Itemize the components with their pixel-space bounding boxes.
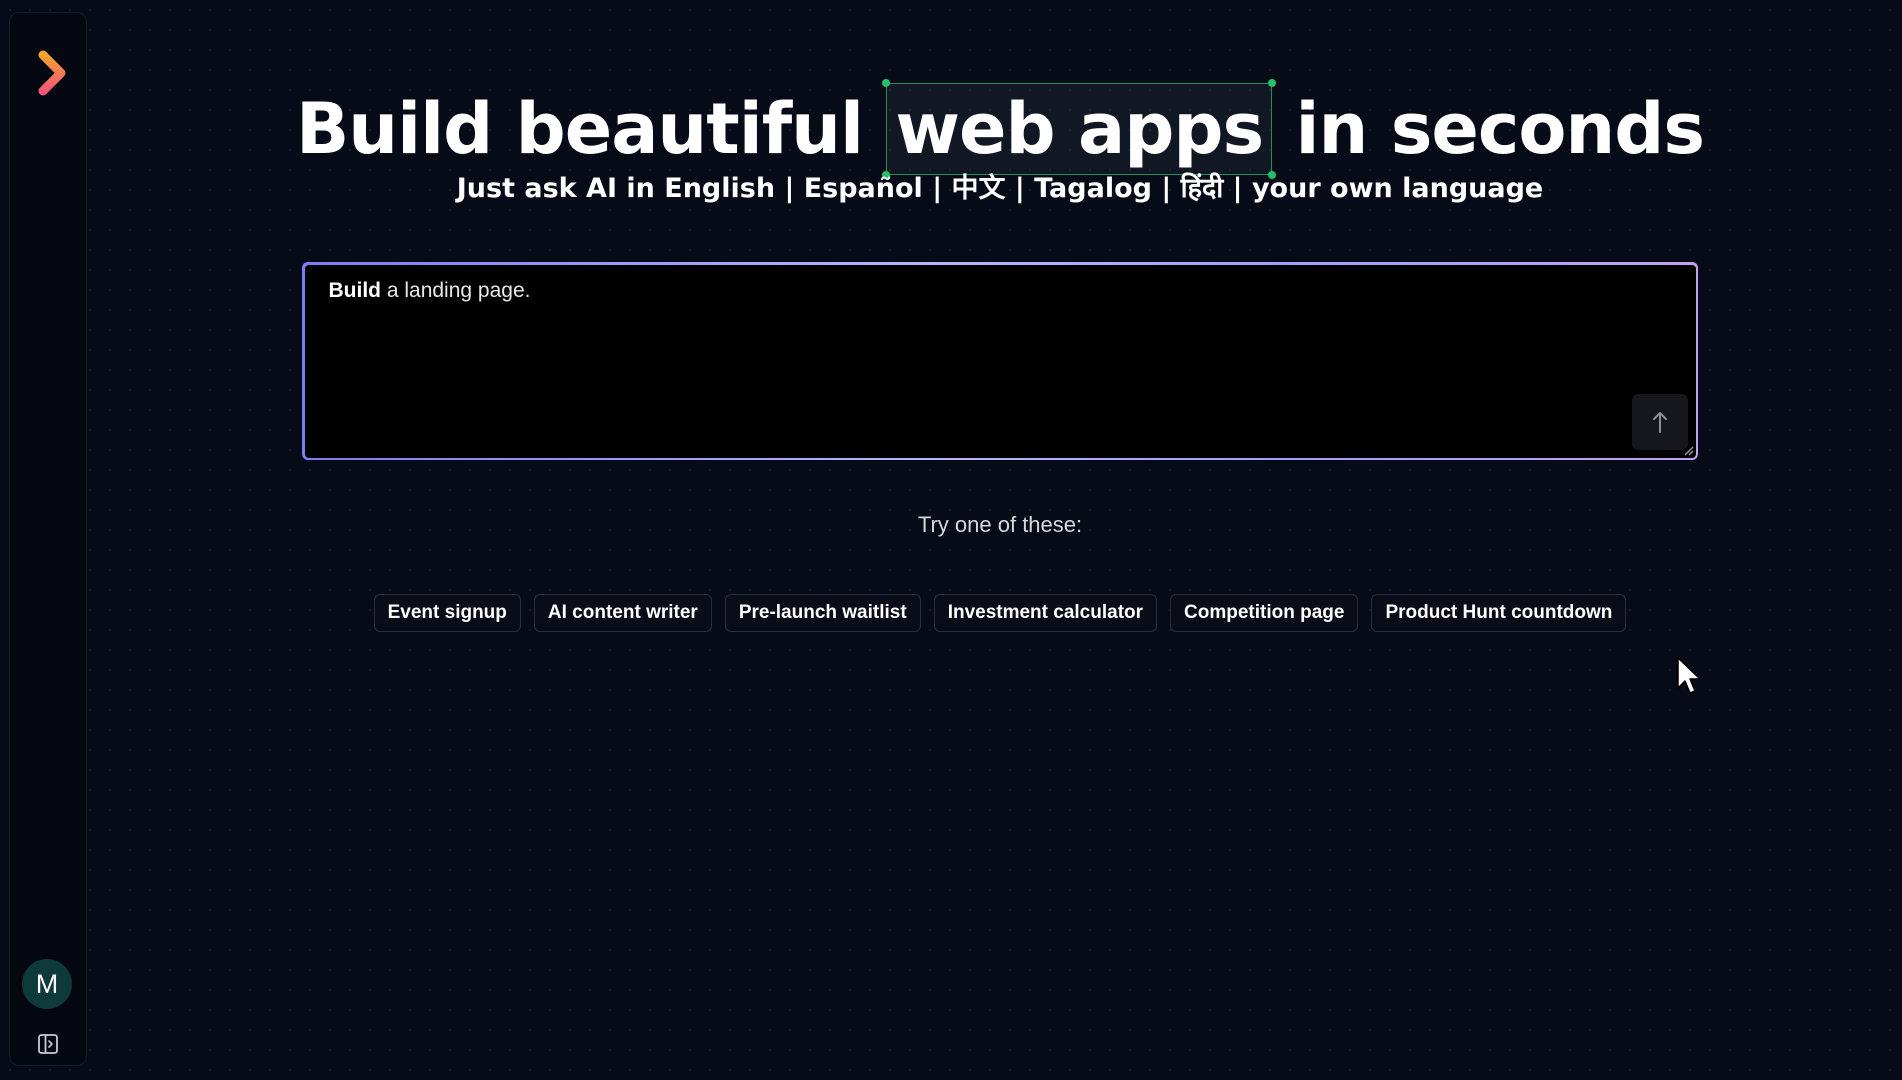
selection-handle bbox=[882, 78, 891, 87]
arrow-up-icon bbox=[1652, 411, 1667, 433]
prompt-text[interactable]: Build a landing page. bbox=[329, 279, 531, 303]
prompt-bold-word: Build bbox=[328, 278, 382, 302]
hero-title-highlight: web apps bbox=[882, 78, 1277, 179]
mouse-cursor-icon bbox=[1677, 657, 1701, 694]
avatar-initial: M bbox=[35, 968, 59, 999]
chip-product-hunt-countdown[interactable]: Product Hunt countdown bbox=[1371, 594, 1627, 632]
chip-pre-launch-waitlist[interactable]: Pre-launch waitlist bbox=[724, 594, 921, 632]
chip-competition-page[interactable]: Competition page bbox=[1170, 594, 1359, 632]
send-button[interactable] bbox=[1631, 393, 1688, 450]
hero-highlight-text: web apps bbox=[895, 87, 1264, 170]
app-root: M Build beautiful web apps in seconds Ju… bbox=[0, 0, 1902, 1080]
suggestion-chips: Event signup AI content writer Pre-launc… bbox=[0, 594, 1902, 632]
prompt-input-box[interactable]: Build a landing page. bbox=[302, 262, 1698, 460]
chip-ai-content-writer[interactable]: AI content writer bbox=[533, 594, 712, 632]
prompt-rest-text: a landing page. bbox=[381, 278, 531, 302]
hero-subtitle: Just ask AI in English | Español | 中文 | … bbox=[456, 173, 1544, 204]
chip-investment-calculator[interactable]: Investment calculator bbox=[933, 594, 1158, 632]
hero-title: Build beautiful web apps in seconds bbox=[0, 78, 1902, 179]
sidebar-toggle-icon bbox=[38, 1034, 58, 1054]
selection-handle bbox=[1268, 78, 1277, 87]
sidebar-toggle-button[interactable] bbox=[35, 1031, 61, 1057]
avatar[interactable]: M bbox=[22, 959, 72, 1009]
chip-event-signup[interactable]: Event signup bbox=[373, 594, 521, 632]
hero-title-after: in seconds bbox=[1295, 87, 1706, 170]
prompt-input-area[interactable]: Build a landing page. bbox=[304, 264, 1696, 458]
resize-grip-icon[interactable] bbox=[1682, 444, 1694, 456]
suggestions-label: Try one of these: bbox=[917, 512, 1083, 537]
hero-title-before: Build beautiful bbox=[295, 87, 864, 170]
